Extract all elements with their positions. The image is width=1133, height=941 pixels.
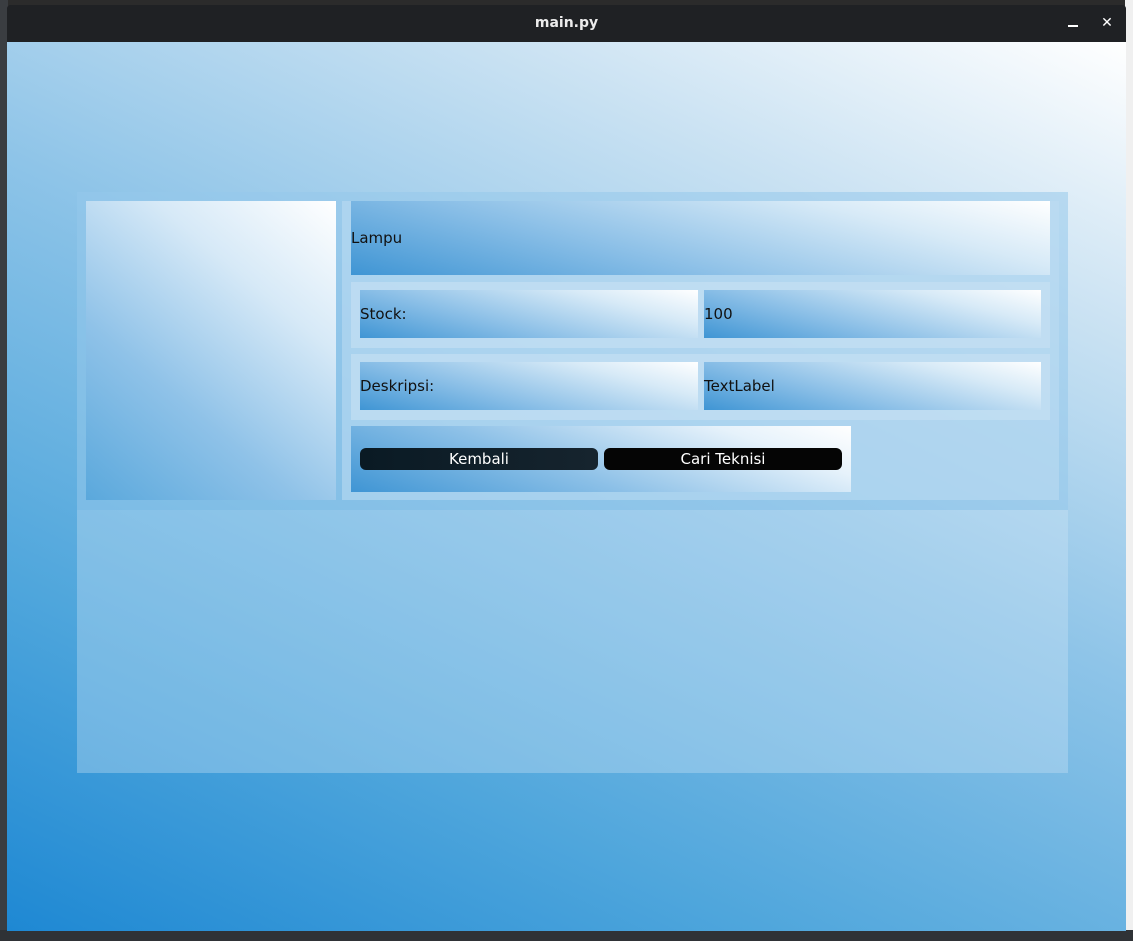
stock-label: Stock:: [360, 290, 698, 338]
product-info-panel: Lampu Stock: 100 Deskripsi: TextLabel Ke…: [342, 201, 1059, 500]
find-technician-button[interactable]: Cari Teknisi: [604, 448, 842, 470]
background-app-edge-bottom: [0, 930, 1133, 941]
window-title: main.py: [534, 15, 599, 31]
close-icon: ✕: [1101, 15, 1113, 31]
product-image: [86, 201, 336, 500]
close-button[interactable]: ✕: [1097, 13, 1117, 33]
action-button-row: Kembali Cari Teknisi: [351, 426, 851, 492]
background-app-edge-right: [1125, 0, 1133, 941]
back-button[interactable]: Kembali: [360, 448, 598, 470]
description-row: Deskripsi: TextLabel: [351, 354, 1050, 420]
main-content: Lampu Stock: 100 Deskripsi: TextLabel Ke…: [7, 42, 1126, 931]
minimize-icon: [1068, 25, 1078, 27]
app-window: main.py ✕ Lampu Stock: 100 Deskripsi: Te…: [7, 5, 1126, 931]
stock-value: 100: [704, 290, 1041, 338]
stock-row: Stock: 100: [351, 282, 1050, 348]
product-card: Lampu Stock: 100 Deskripsi: TextLabel Ke…: [77, 192, 1068, 773]
description-label: Deskripsi:: [360, 362, 698, 410]
product-name-label: Lampu: [351, 201, 1050, 275]
description-value: TextLabel: [704, 362, 1041, 410]
product-detail-section: Lampu Stock: 100 Deskripsi: TextLabel Ke…: [77, 192, 1068, 510]
product-extra-section: [77, 510, 1068, 773]
window-titlebar[interactable]: main.py ✕: [7, 5, 1126, 42]
minimize-button[interactable]: [1063, 13, 1083, 33]
